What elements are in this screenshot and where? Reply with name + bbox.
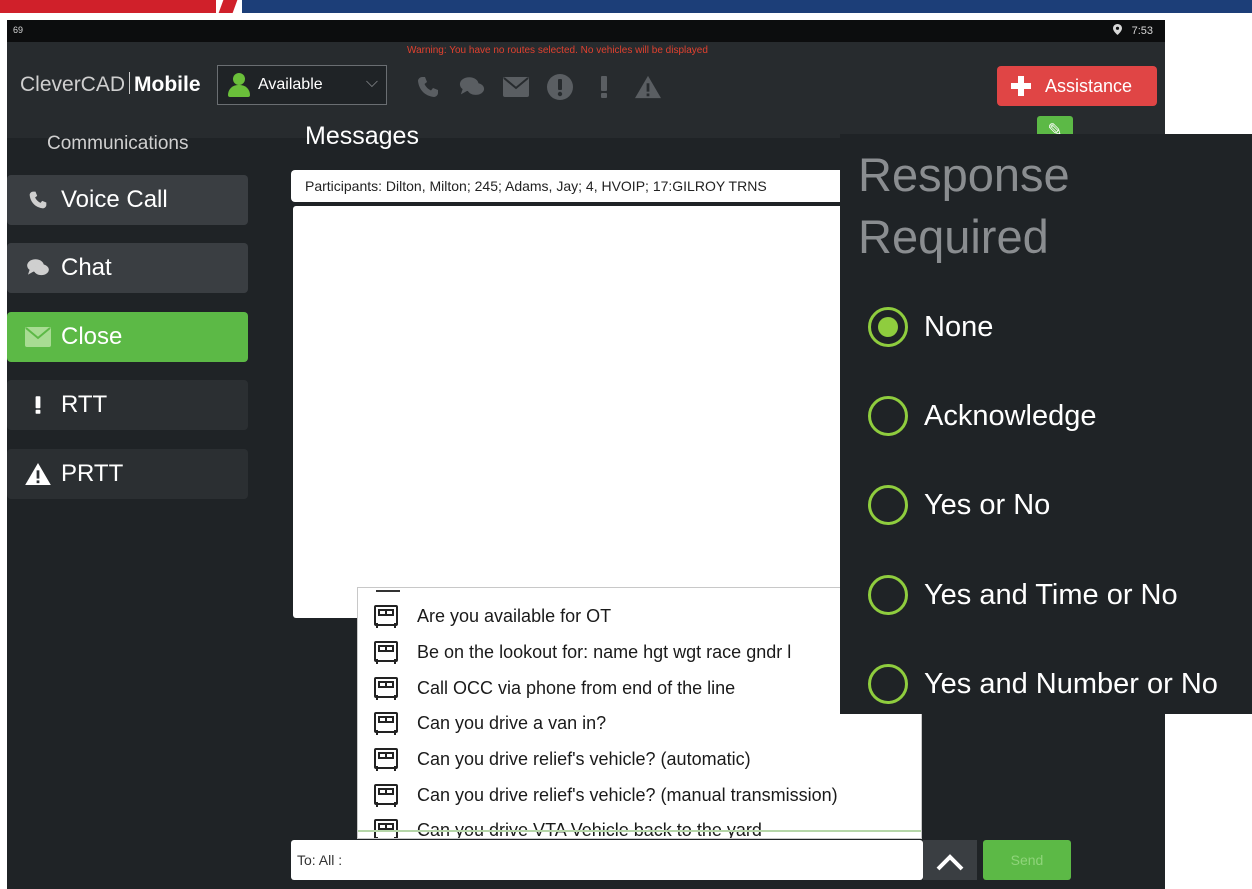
list-item[interactable]: Can you drive relief's vehicle? (manual … xyxy=(372,779,838,811)
radio-label: Yes or No xyxy=(924,488,1051,521)
android-status-bar: 69 7:53 xyxy=(7,20,1165,42)
sidebar-item-voice-call[interactable]: Voice Call xyxy=(7,175,248,225)
sidebar-item-label: Close xyxy=(61,323,123,350)
bus-icon xyxy=(372,640,402,664)
alert-circle-icon[interactable] xyxy=(547,74,573,100)
bus-icon xyxy=(372,783,402,807)
assistance-label: Assistance xyxy=(1045,75,1133,96)
list-item-label: Can you drive relief's vehicle? (manual … xyxy=(417,784,838,805)
message-body-area[interactable] xyxy=(293,206,853,618)
radio-unchecked-icon xyxy=(868,575,908,615)
expand-list-button[interactable] xyxy=(923,840,977,880)
sidebar-item-label: RTT xyxy=(61,391,108,418)
canned-message-list[interactable]: Are you available for OT Be on the looko… xyxy=(357,587,922,839)
sidebar-item-rtt[interactable]: RTT xyxy=(7,380,248,430)
exclamation-icon xyxy=(25,395,51,415)
warning-triangle-icon xyxy=(25,463,51,485)
radio-label: Yes and Time or No xyxy=(924,578,1178,611)
radio-option-none[interactable]: None xyxy=(868,305,993,349)
chat-icon xyxy=(25,258,51,278)
radio-unchecked-icon xyxy=(868,664,908,704)
phone-icon xyxy=(25,190,51,210)
radio-label: Acknowledge xyxy=(924,399,1097,432)
chat-icon[interactable] xyxy=(459,74,485,100)
brand-mobile: Mobile xyxy=(134,73,201,96)
chevron-up-icon xyxy=(935,845,965,875)
exclamation-icon[interactable] xyxy=(591,74,617,100)
sidebar-item-label: Voice Call xyxy=(61,186,168,213)
recipient-input[interactable]: To: All : xyxy=(291,840,923,880)
list-item[interactable]: Be on the lookout for: name hgt wgt race… xyxy=(372,636,791,668)
response-required-dialog: Response Required None Acknowledge Yes o… xyxy=(840,134,1252,714)
bus-icon xyxy=(372,676,402,700)
radio-label: Yes and Number or No xyxy=(924,667,1218,700)
sidebar-title: Communications xyxy=(47,133,189,154)
sidebar-item-label: Chat xyxy=(61,254,112,281)
assistance-button[interactable]: Assistance xyxy=(997,66,1157,106)
radio-option-yes-time-or-no[interactable]: Yes and Time or No xyxy=(868,573,1178,617)
routes-warning: Warning: You have no routes selected. No… xyxy=(407,45,708,56)
bus-icon xyxy=(372,818,402,838)
bus-icon xyxy=(372,747,402,771)
list-item[interactable]: Can you drive a van in? xyxy=(372,707,606,739)
availability-select[interactable]: Available ⌵ xyxy=(217,65,387,105)
list-item[interactable]: Call OCC via phone from end of the line xyxy=(372,672,735,704)
header-icon-bar xyxy=(415,74,661,100)
sidebar-item-label: PRTT xyxy=(61,460,124,487)
sidebar-item-prtt[interactable]: PRTT xyxy=(7,449,248,499)
list-item-label: Call OCC via phone from end of the line xyxy=(417,677,736,698)
list-item-label: Can you drive a van in? xyxy=(417,712,607,733)
bus-icon xyxy=(372,604,402,628)
dialog-title: Response Required xyxy=(858,148,1070,263)
brand-stripe-red-accent xyxy=(218,0,238,13)
radio-label: None xyxy=(924,310,994,343)
list-item[interactable]: Can you drive VTA Vehicle back to the ya… xyxy=(372,814,762,838)
radio-option-acknowledge[interactable]: Acknowledge xyxy=(868,394,1097,438)
radio-checked-icon xyxy=(868,307,908,347)
list-item[interactable]: Are you available for OT xyxy=(372,600,611,632)
chevron-down-icon: ⌵ xyxy=(365,74,378,91)
list-item-label: Be on the lookout for: name hgt wgt race… xyxy=(417,641,792,662)
sidebar-item-close[interactable]: Close xyxy=(7,312,248,362)
brand-stripe-red xyxy=(0,0,216,13)
availability-value: Available xyxy=(258,76,323,93)
envelope-icon[interactable] xyxy=(503,74,529,100)
list-item[interactable]: Can you drive relief's vehicle? (automat… xyxy=(372,743,751,775)
send-button[interactable]: Send xyxy=(983,840,1071,880)
clock-time: 7:53 xyxy=(1131,25,1153,37)
phone-icon[interactable] xyxy=(415,74,441,100)
participants-field[interactable]: Participants: Dilton, Milton; 245; Adams… xyxy=(291,170,851,202)
radio-unchecked-icon xyxy=(868,485,908,525)
brand-stripe-blue xyxy=(242,0,1252,13)
envelope-icon xyxy=(25,327,51,347)
app-logo: CleverCAD Mobile xyxy=(20,72,201,97)
list-item-label: Are you available for OT xyxy=(417,605,612,626)
list-item-label: Can you drive relief's vehicle? (automat… xyxy=(417,748,751,769)
page-title: Messages xyxy=(305,122,419,150)
radio-option-yes-number-or-no[interactable]: Yes and Number or No xyxy=(868,662,1218,706)
radio-unchecked-icon xyxy=(868,396,908,436)
location-pin-icon xyxy=(1112,24,1122,38)
radio-option-yes-or-no[interactable]: Yes or No xyxy=(868,483,1050,527)
warning-triangle-icon[interactable] xyxy=(635,74,661,100)
user-status-icon xyxy=(228,73,250,97)
bus-icon xyxy=(372,711,402,735)
plus-icon xyxy=(1011,76,1031,96)
sidebar-item-chat[interactable]: Chat xyxy=(7,243,248,293)
brand-name: CleverCAD xyxy=(20,73,126,96)
status-left-text: 69 xyxy=(13,25,24,35)
